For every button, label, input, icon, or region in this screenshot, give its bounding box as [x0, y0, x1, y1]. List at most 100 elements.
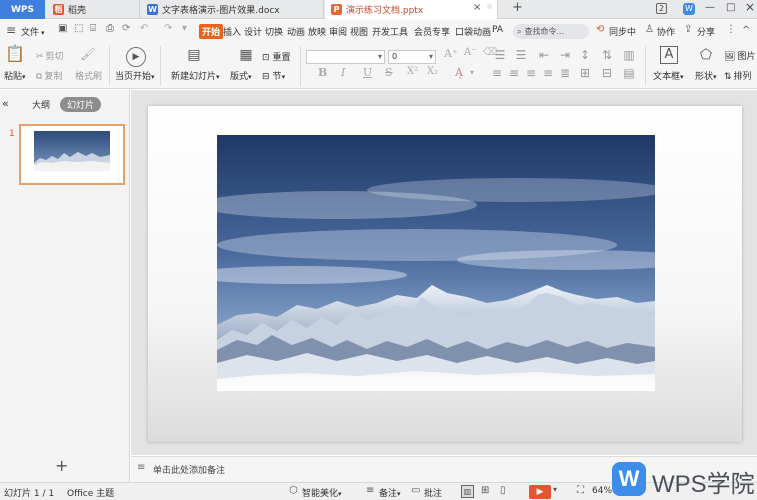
smartart-icon[interactable]: ⊟: [600, 64, 614, 80]
tab-review[interactable]: 审阅: [329, 25, 347, 38]
add-slide-button[interactable]: +: [55, 456, 68, 475]
text-effects-icon[interactable]: ▤: [622, 64, 636, 80]
notes-toggle-button[interactable]: 备注▾: [379, 486, 401, 499]
decrease-font-icon[interactable]: A⁻: [464, 47, 477, 58]
align-left-icon[interactable]: ≡: [490, 64, 504, 80]
layout-button[interactable]: 版式▾: [230, 69, 252, 82]
shapes-button[interactable]: 形状▾: [695, 69, 717, 82]
italic-button[interactable]: I: [341, 66, 345, 79]
play-icon[interactable]: ▶: [126, 47, 146, 67]
strikethrough-button[interactable]: S: [385, 66, 393, 79]
tab-close-icon[interactable]: ×: [473, 2, 481, 13]
text-direction-icon[interactable]: ⇅: [600, 46, 614, 62]
section-button[interactable]: ⊟ 节▾: [262, 69, 285, 82]
collapse-panel-icon[interactable]: «: [2, 97, 9, 110]
mountain-photo[interactable]: [217, 135, 655, 391]
save-icon[interactable]: ▣: [58, 23, 67, 34]
tab-pa[interactable]: PA: [492, 25, 503, 35]
shapes-icon[interactable]: ⬠: [697, 46, 715, 64]
paste-button[interactable]: 粘贴▾: [4, 69, 26, 82]
textbox-button[interactable]: 文本框▾: [653, 69, 684, 82]
fit-window-icon[interactable]: ⛶: [577, 485, 584, 496]
increase-font-icon[interactable]: A⁺: [444, 47, 458, 60]
maximize-button[interactable]: □: [726, 2, 735, 13]
tab-pocket-animation[interactable]: 口袋动画: [455, 25, 491, 38]
print-icon[interactable]: ⎙: [106, 23, 114, 34]
bold-button[interactable]: B: [318, 66, 327, 79]
account-avatar-icon[interactable]: W: [683, 3, 695, 15]
export-icon[interactable]: ⬚: [74, 23, 83, 34]
collaborate-button[interactable]: 协作: [657, 25, 675, 38]
collapse-ribbon-icon[interactable]: ^: [742, 25, 750, 36]
font-size-combo[interactable]: 0 ▾: [388, 50, 436, 64]
distribute-icon[interactable]: ≣: [558, 64, 572, 80]
window-count-badge[interactable]: 2: [656, 3, 668, 14]
subscript-icon[interactable]: X₂: [427, 66, 438, 77]
paste-icon[interactable]: 📋: [4, 45, 26, 67]
layout-icon[interactable]: ▦: [236, 46, 256, 66]
textbox-icon[interactable]: A: [660, 46, 678, 64]
align-center-icon[interactable]: ≡: [507, 64, 521, 80]
zoom-level[interactable]: 64%: [592, 486, 612, 496]
numbered-list-icon[interactable]: ☰: [514, 46, 528, 62]
new-slide-icon[interactable]: ▤: [183, 46, 205, 66]
reset-button[interactable]: ⊡ 重置: [262, 50, 291, 63]
more-options-icon[interactable]: ⋮: [726, 24, 736, 35]
chevron-down-icon[interactable]: ▾: [470, 68, 474, 77]
tab-slides[interactable]: 幻灯片: [60, 97, 102, 112]
format-painter-button[interactable]: 格式刷: [75, 69, 102, 82]
reading-view-icon[interactable]: ▯: [500, 485, 506, 496]
chevron-down-icon[interactable]: ▾: [553, 485, 557, 494]
wps-home-tab[interactable]: WPS: [0, 0, 45, 19]
font-name-combo[interactable]: ▾: [306, 50, 385, 64]
new-slide-button[interactable]: 新建幻灯片▾: [171, 69, 220, 82]
tab-docx[interactable]: W 文字表格演示-图片效果.docx: [141, 0, 324, 19]
more-quick-access-icon[interactable]: ▾: [182, 23, 187, 34]
smart-beautify-button[interactable]: 智能美化▾: [302, 486, 342, 499]
close-window-button[interactable]: ×: [745, 0, 755, 14]
justify-icon[interactable]: ≡: [541, 64, 555, 80]
play-slideshow-button[interactable]: ▶: [529, 485, 551, 499]
copy-button[interactable]: ⧉ 复制: [36, 69, 62, 82]
bullet-list-icon[interactable]: ☰: [493, 46, 507, 62]
redo-list-icon[interactable]: ⟳: [122, 23, 130, 34]
align-right-icon[interactable]: ≡: [524, 64, 538, 80]
tab-home[interactable]: 开始: [199, 24, 224, 39]
tab-member[interactable]: 会员专享: [414, 25, 450, 38]
tab-outline[interactable]: 大纲: [32, 98, 50, 111]
picture-button[interactable]: 🖼 图片: [724, 49, 755, 62]
undo-icon[interactable]: ↶: [140, 23, 148, 34]
tab-animation[interactable]: 动画: [287, 25, 305, 38]
tab-transitions[interactable]: 切换: [265, 25, 283, 38]
normal-view-icon[interactable]: ▥: [461, 485, 474, 498]
minimize-button[interactable]: —: [705, 2, 715, 13]
play-from-current-button[interactable]: 当页开始▾: [115, 69, 155, 82]
tab-design[interactable]: 设计: [244, 25, 262, 38]
slide-thumbnail[interactable]: [19, 124, 125, 185]
arrange-button[interactable]: ⇅ 排列: [724, 69, 752, 82]
sync-status[interactable]: 同步中: [609, 25, 636, 38]
file-menu[interactable]: 文件 ▾: [21, 25, 45, 38]
print-preview-icon[interactable]: ⌹: [90, 23, 96, 34]
tab-slideshow[interactable]: 放映: [308, 25, 326, 38]
comments-button[interactable]: 批注: [424, 486, 442, 499]
tab-insert[interactable]: 插入: [223, 25, 241, 38]
slide[interactable]: [148, 106, 742, 442]
slide-sorter-icon[interactable]: ⊞: [481, 485, 489, 496]
indent-increase-icon[interactable]: ⇥: [558, 46, 572, 62]
tab-daoke[interactable]: 稻 稻壳: [47, 0, 140, 19]
tab-developer[interactable]: 开发工具: [372, 25, 408, 38]
superscript-icon[interactable]: X²: [407, 66, 418, 77]
command-search[interactable]: ⌕ 查找命令...: [513, 24, 589, 39]
indent-decrease-icon[interactable]: ⇤: [537, 46, 551, 62]
format-painter-icon[interactable]: 🖌: [79, 45, 97, 65]
line-spacing-icon[interactable]: ↕: [578, 46, 592, 62]
tab-view[interactable]: 视图: [350, 25, 368, 38]
share-button[interactable]: 分享: [697, 25, 715, 38]
underline-button[interactable]: U: [363, 66, 372, 79]
hamburger-menu-icon[interactable]: ≡: [6, 23, 16, 37]
new-tab-icon[interactable]: +: [512, 0, 523, 15]
highlight-icon[interactable]: Ą: [455, 66, 463, 79]
redo-icon[interactable]: ↷: [164, 23, 172, 34]
cut-button[interactable]: ✂ 剪切: [36, 49, 64, 62]
